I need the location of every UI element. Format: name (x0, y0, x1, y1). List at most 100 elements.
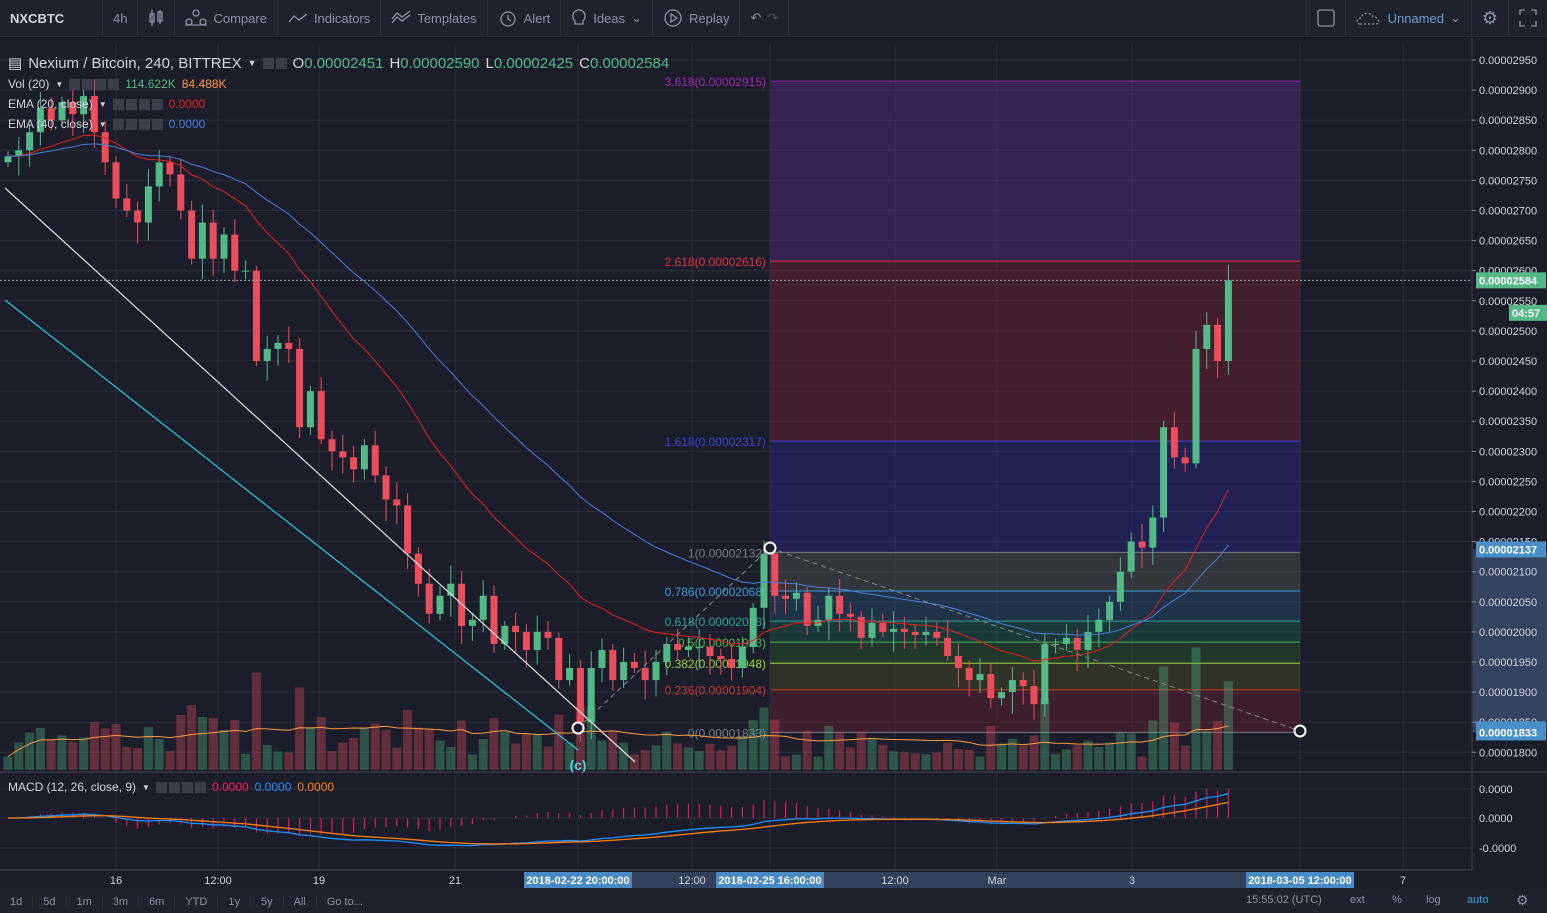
volume-bar (910, 753, 920, 770)
undo-icon[interactable]: ↶ (750, 10, 761, 26)
volume-bar (500, 731, 510, 770)
ema40-title[interactable]: EMA (40, close) (8, 117, 93, 131)
time-axis-label: Mar (988, 875, 1007, 887)
range-5d[interactable]: 5d (33, 894, 67, 909)
chevron-down-icon: ⌄ (1449, 10, 1461, 25)
volume-bar (359, 728, 369, 770)
volume-bar (964, 750, 974, 770)
candle-body (1192, 348, 1200, 464)
chart-canvas[interactable]: 0(0.00001833)0.236(0.00001904)0.382(0.00… (0, 38, 1547, 890)
volume-buttons[interactable] (69, 78, 120, 90)
redo-icon[interactable]: ↷ (767, 10, 778, 26)
candle-body (598, 649, 606, 669)
range-ytd[interactable]: YTD (175, 894, 219, 909)
candle-body (425, 583, 433, 614)
candle-body (1008, 680, 1016, 693)
drawing-anchor-handle (571, 721, 585, 735)
ext-toggle[interactable]: ext (1350, 894, 1365, 906)
volume-bar (770, 719, 780, 770)
drawing-anchor-handle (1293, 724, 1307, 738)
log-toggle[interactable]: log (1426, 894, 1441, 906)
compare-button[interactable]: Compare (175, 0, 278, 37)
volume-bar (403, 710, 413, 770)
volume-bar (716, 750, 726, 770)
gear-icon[interactable]: ⚙ (1516, 892, 1529, 909)
ema20-buttons[interactable] (112, 98, 163, 110)
series-buttons[interactable] (262, 57, 287, 69)
compare-icon (185, 9, 208, 26)
replay-button[interactable]: Replay (653, 0, 741, 37)
alert-button[interactable]: Alert (488, 0, 562, 37)
candle-body (922, 631, 930, 635)
volume-bar (759, 707, 769, 770)
fib-band-0.382 (770, 642, 1300, 664)
range-5y[interactable]: 5y (251, 894, 284, 909)
save-layout-button[interactable]: Unnamed ⌄ (1346, 0, 1472, 37)
ema40-buttons[interactable] (112, 118, 163, 130)
candle-body (512, 625, 520, 632)
undo-redo: ↶ ↷ (740, 0, 790, 37)
fib-label-0.382: 0.382(0.00001948) (665, 657, 766, 671)
candle-body (339, 451, 347, 458)
macd-buttons[interactable] (155, 781, 206, 793)
volume-bar (1105, 742, 1115, 770)
volume-bar (1094, 747, 1104, 770)
candle-body (242, 270, 250, 272)
replay-label: Replay (689, 10, 730, 26)
replay-icon (664, 9, 682, 27)
fullscreen-button[interactable] (1509, 0, 1547, 37)
layout-button[interactable] (1305, 0, 1346, 37)
indicators-button[interactable]: Indicators (278, 0, 382, 37)
chart-style-button[interactable] (138, 0, 176, 37)
legend-menu-icon[interactable]: ▤ (8, 54, 22, 72)
candle-body (771, 553, 779, 596)
ohlc-close: C0.00002584 (579, 54, 670, 72)
ideas-label: Ideas (593, 10, 626, 26)
volume-bar (100, 728, 110, 770)
settings-button[interactable]: ⚙ (1472, 0, 1509, 37)
templates-button[interactable]: Templates (381, 0, 488, 37)
macd-title[interactable]: MACD (12, 26, close, 9) (8, 780, 136, 794)
volume-bar (349, 738, 359, 770)
volume-bar (791, 754, 801, 770)
volume-title[interactable]: Vol (20) (8, 77, 49, 91)
candle-body (188, 210, 196, 259)
main-series-legend: ▤ Nexium / Bitcoin, 240, BITTREX ▼ O0.000… (8, 54, 670, 73)
candle-body (825, 595, 833, 620)
range-6m[interactable]: 6m (139, 894, 176, 909)
volume-bar (381, 730, 391, 770)
volume-bar (46, 740, 56, 770)
range-3m[interactable]: 3m (103, 894, 140, 909)
volume-bar (1029, 735, 1039, 770)
volume-bar (25, 732, 35, 770)
gear-icon: ⚙ (1481, 7, 1498, 28)
caret-icon[interactable]: ▼ (248, 58, 257, 68)
range-1y[interactable]: 1y (218, 894, 251, 909)
candle-body (738, 646, 746, 669)
percent-toggle[interactable]: % (1392, 894, 1402, 906)
candle-body (1062, 637, 1070, 644)
ema20-title[interactable]: EMA (20, close) (8, 97, 93, 111)
goto-button[interactable]: Go to... (317, 895, 373, 909)
price-axis-label: 0.00002700 (1479, 206, 1537, 218)
candle-body (1181, 457, 1189, 464)
range-1m[interactable]: 1m (67, 894, 103, 909)
compare-label: Compare (213, 10, 267, 26)
lightbulb-icon (572, 9, 587, 25)
range-1d[interactable]: 1d (0, 894, 34, 909)
volume-bar (1072, 745, 1082, 770)
volume-legend: Vol (20) ▼ 114.622K 84.488K (8, 77, 227, 91)
auto-toggle[interactable]: auto (1467, 894, 1488, 906)
volume-bar (543, 746, 553, 770)
price-tag-label: 0.00001833 (1479, 727, 1537, 739)
range-all[interactable]: All (284, 894, 317, 909)
ideas-button[interactable]: Ideas ⌄ (561, 0, 654, 37)
candle-body (468, 619, 476, 626)
candle-body (857, 616, 865, 638)
volume-ma-value: 84.488K (181, 77, 227, 91)
candle-body (1041, 643, 1049, 705)
chart-area[interactable]: 0(0.00001833) 0.236(0.00001904) 0.382(0.00… (0, 38, 1547, 890)
interval-button[interactable]: 4h (103, 0, 139, 37)
series-title[interactable]: Nexium / Bitcoin, 240, BITTREX (28, 55, 241, 72)
symbol-search[interactable]: NXCBTC (0, 0, 103, 37)
